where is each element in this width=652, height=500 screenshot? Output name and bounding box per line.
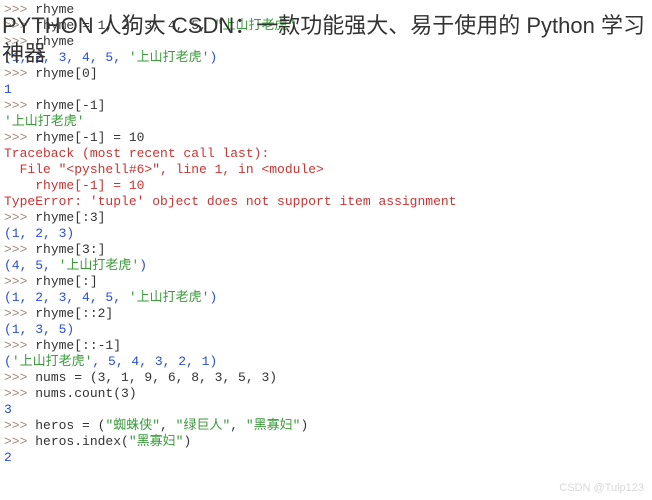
code-token: "绿巨人" — [176, 418, 231, 433]
shell-prompt: >>> — [4, 306, 35, 321]
shell-error-line: File "<pyshell#6>", line 1, in <module> — [4, 162, 648, 178]
code-token: ) — [183, 434, 191, 449]
code-token: "黑寡妇" — [246, 418, 301, 433]
shell-output-line: (1, 3, 5) — [4, 322, 648, 338]
code-text: rhyme[:3] — [35, 210, 105, 225]
code-token: , — [160, 418, 176, 433]
error-text: File "<pyshell#6>", line 1, in <module> — [4, 162, 324, 177]
shell-prompt: >>> — [4, 386, 35, 401]
shell-output-line: ('上山打老虎', 5, 4, 3, 2, 1) — [4, 354, 648, 370]
shell-prompt: >>> — [4, 338, 35, 353]
shell-output-line: (1, 2, 3, 4, 5, '上山打老虎') — [4, 290, 648, 306]
shell-input-line: >>> rhyme[::-1] — [4, 338, 648, 354]
error-text: TypeError: 'tuple' object does not suppo… — [4, 194, 456, 209]
shell-output-line: (1, 2, 3) — [4, 226, 648, 242]
code-text: rhyme[::-1] — [35, 338, 121, 353]
page-title-overlay: PYTHON 人狗大 CSDN：一款功能强大、易于使用的 Python 学习神器 — [0, 12, 652, 68]
code-token: heros.index( — [35, 434, 129, 449]
code-token: ) — [300, 418, 308, 433]
code-text: rhyme[-1] — [35, 98, 105, 113]
output-token: '上山打老虎' — [4, 114, 85, 129]
shell-input-line: >>> rhyme[:] — [4, 274, 648, 290]
output-token: 2 — [4, 450, 12, 465]
shell-prompt: >>> — [4, 418, 35, 433]
shell-prompt: >>> — [4, 370, 35, 385]
shell-input-line: >>> nums = (3, 1, 9, 6, 8, 3, 5, 3) — [4, 370, 648, 386]
shell-prompt: >>> — [4, 130, 35, 145]
shell-input-line: >>> rhyme[::2] — [4, 306, 648, 322]
code-token: , — [230, 418, 246, 433]
output-token: (1, 2, 3, 4, 5, — [4, 290, 129, 305]
csdn-watermark: CSDN @Tulp123 — [559, 480, 644, 496]
code-text: rhyme[-1] = 10 — [35, 130, 144, 145]
shell-input-line: >>> heros = ("蜘蛛侠", "绿巨人", "黑寡妇") — [4, 418, 648, 434]
output-token: '上山打老虎' — [12, 354, 93, 369]
output-token: '上山打老虎' — [59, 258, 140, 273]
shell-output-line: 3 — [4, 402, 648, 418]
code-text: rhyme[:] — [35, 274, 97, 289]
shell-prompt: >>> — [4, 66, 35, 81]
output-token: (1, 2, 3) — [4, 226, 74, 241]
shell-input-line: >>> rhyme[3:] — [4, 242, 648, 258]
shell-input-line: >>> rhyme[:3] — [4, 210, 648, 226]
shell-error-line: rhyme[-1] = 10 — [4, 178, 648, 194]
output-token: ( — [4, 354, 12, 369]
shell-prompt: >>> — [4, 210, 35, 225]
shell-prompt: >>> — [4, 434, 35, 449]
output-token: (1, 3, 5) — [4, 322, 74, 337]
shell-output-line: 1 — [4, 82, 648, 98]
code-text: nums = (3, 1, 9, 6, 8, 3, 5, 3) — [35, 370, 277, 385]
shell-error-line: Traceback (most recent call last): — [4, 146, 648, 162]
code-token: heros = ( — [35, 418, 105, 433]
shell-input-line: >>> rhyme[-1] = 10 — [4, 130, 648, 146]
code-text: rhyme[3:] — [35, 242, 105, 257]
shell-input-line: >>> heros.index("黑寡妇") — [4, 434, 648, 450]
shell-output-line: (4, 5, '上山打老虎') — [4, 258, 648, 274]
code-text: rhyme[0] — [35, 66, 97, 81]
shell-prompt: >>> — [4, 274, 35, 289]
code-token: "蜘蛛侠" — [105, 418, 160, 433]
output-token: 1 — [4, 82, 12, 97]
output-token: ) — [139, 258, 147, 273]
output-token: 3 — [4, 402, 12, 417]
shell-input-line: >>> rhyme[-1] — [4, 98, 648, 114]
shell-output-line: '上山打老虎' — [4, 114, 648, 130]
code-text: nums.count(3) — [35, 386, 136, 401]
output-token: '上山打老虎' — [129, 290, 210, 305]
output-token: , 5, 4, 3, 2, 1) — [92, 354, 217, 369]
code-text: rhyme[::2] — [35, 306, 113, 321]
shell-input-line: >>> rhyme[0] — [4, 66, 648, 82]
shell-error-line: TypeError: 'tuple' object does not suppo… — [4, 194, 648, 210]
shell-prompt: >>> — [4, 242, 35, 257]
shell-input-line: >>> nums.count(3) — [4, 386, 648, 402]
code-token: "黑寡妇" — [129, 434, 184, 449]
output-token: ) — [209, 290, 217, 305]
shell-output-line: 2 — [4, 450, 648, 466]
python-shell[interactable]: >>> rhyme>>> rhyme = 1, 2, 3, 4, 5, "上山打… — [0, 0, 652, 468]
output-token: (4, 5, — [4, 258, 59, 273]
error-text: rhyme[-1] = 10 — [4, 178, 144, 193]
error-text: Traceback (most recent call last): — [4, 146, 269, 161]
shell-prompt: >>> — [4, 98, 35, 113]
